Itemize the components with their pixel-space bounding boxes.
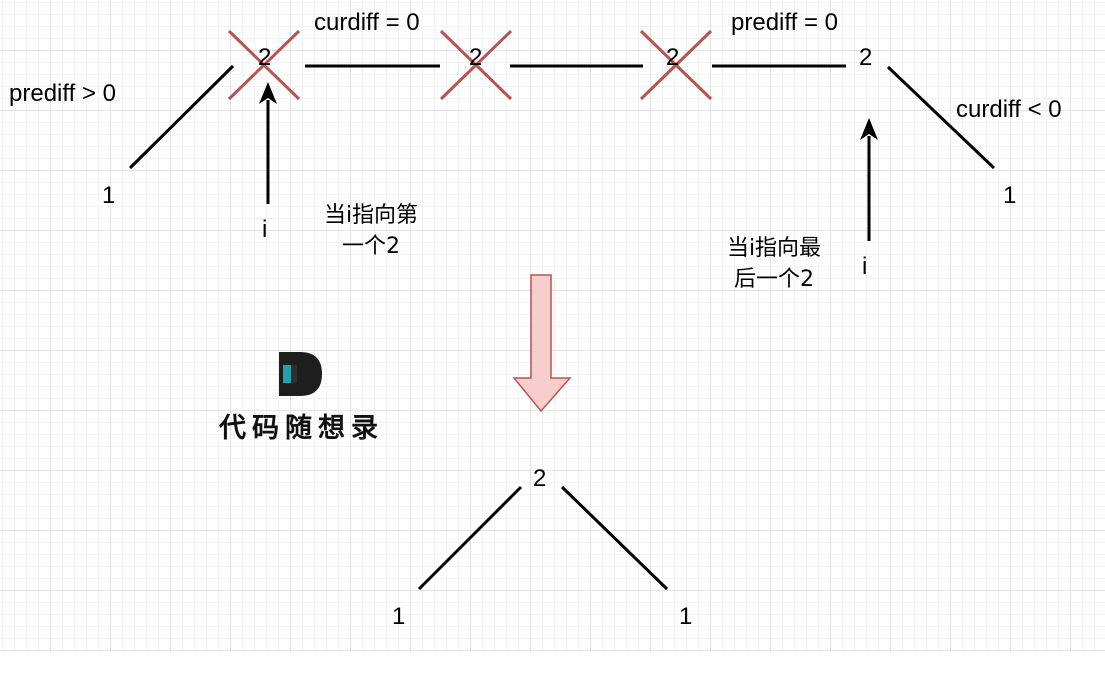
pointer-index-last: i [862,253,868,280]
logo-mark [279,352,322,396]
curdiff-lt0-label: curdiff < 0 [956,96,1062,123]
note-last: 当i指向最 后一个2 [708,233,840,295]
logo-text: 代码随想录 [219,413,384,444]
result-right-line [560,485,669,591]
note-first: 当i指向第 一个2 [305,200,437,262]
pointer-arrow-first [259,82,277,204]
result-right-one: 1 [679,603,693,630]
pointer-arrow-last [860,118,878,241]
node-two-2: 2 [469,44,483,71]
node-left-one: 1 [102,182,116,209]
down-arrow [512,274,572,413]
node-two-1: 2 [258,44,272,71]
prediff-eq0-label: prediff = 0 [731,9,838,36]
rise-line [128,64,235,170]
note-first-line1: 当i指向第 [323,203,419,228]
grid-canvas: 1 2 2 2 2 1 prediff > 0 curdiff = 0 pred… [0,0,1105,652]
result-left-one: 1 [392,603,406,630]
note-last-line1: 当i指向最 [726,236,822,261]
result-left-line [417,485,523,591]
curdiff-eq0-label: curdiff = 0 [314,9,420,36]
note-last-line2: 后一个2 [734,267,814,292]
prediff-gt0-label: prediff > 0 [9,80,116,107]
diagram-lines [128,29,996,591]
result-peak: 2 [533,465,547,492]
node-two-4: 2 [859,44,873,71]
note-first-line2: 一个2 [342,234,400,259]
node-two-3: 2 [666,44,680,71]
pointer-index-first: i [262,216,268,243]
node-right-one: 1 [1003,182,1017,209]
